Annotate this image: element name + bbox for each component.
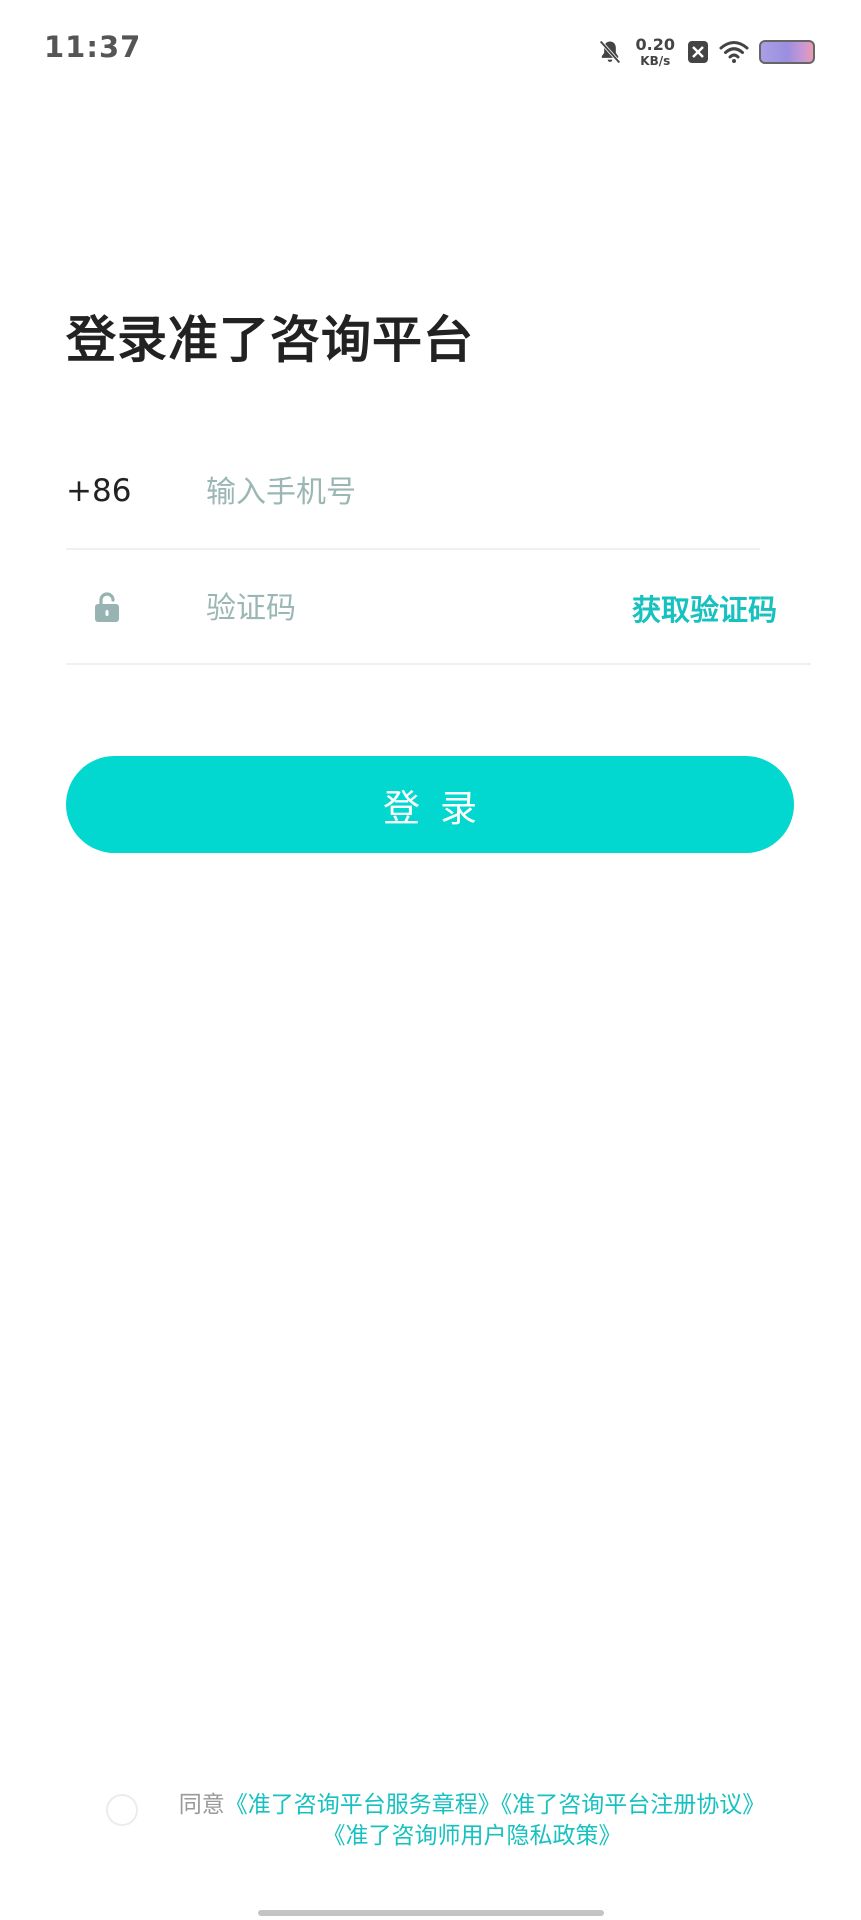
- network-speed: 0.20 KB/s: [635, 35, 675, 68]
- verification-code-input[interactable]: [206, 585, 536, 631]
- page-title: 登录准了咨询平台: [66, 311, 474, 369]
- divider: [66, 663, 811, 665]
- status-time: 11:37: [44, 30, 142, 64]
- login-button[interactable]: 登录: [66, 756, 794, 853]
- speed-value: 0.20: [635, 35, 675, 54]
- speed-unit: KB/s: [640, 54, 671, 68]
- agreement-text: 同意《准了咨询平台服务章程》《准了咨询平台注册协议》《准了咨询师用户隐私政策》: [172, 1790, 772, 1852]
- agree-checkbox[interactable]: [106, 1794, 138, 1826]
- divider: [66, 548, 760, 550]
- code-row: 获取验证码: [66, 565, 811, 660]
- battery-icon: [759, 40, 815, 64]
- country-code[interactable]: +86: [66, 473, 131, 509]
- bell-muted-icon: [598, 40, 621, 64]
- agreement-prefix: 同意: [178, 1792, 225, 1818]
- privacy-policy-link[interactable]: 《准了咨询师用户隐私政策》: [323, 1823, 622, 1849]
- phone-input[interactable]: [206, 469, 706, 515]
- service-terms-link[interactable]: 《准了咨询平台服务章程》: [225, 1792, 501, 1818]
- status-bar: 11:37 0.20 KB/s: [0, 0, 861, 100]
- wifi-icon: [719, 41, 749, 63]
- get-code-button[interactable]: 获取验证码: [632, 587, 777, 629]
- lock-icon: [95, 592, 119, 622]
- home-indicator[interactable]: [258, 1910, 604, 1916]
- registration-agreement-link[interactable]: 《准了咨询平台注册协议》: [501, 1792, 766, 1818]
- login-screen: 11:37 0.20 KB/s 登录准了咨询平台 +86 输入手机号 验证码 获…: [0, 0, 861, 1920]
- sim-x-icon: [688, 41, 708, 63]
- phone-row: +86: [66, 455, 760, 550]
- status-icons: 0.20 KB/s: [596, 32, 815, 72]
